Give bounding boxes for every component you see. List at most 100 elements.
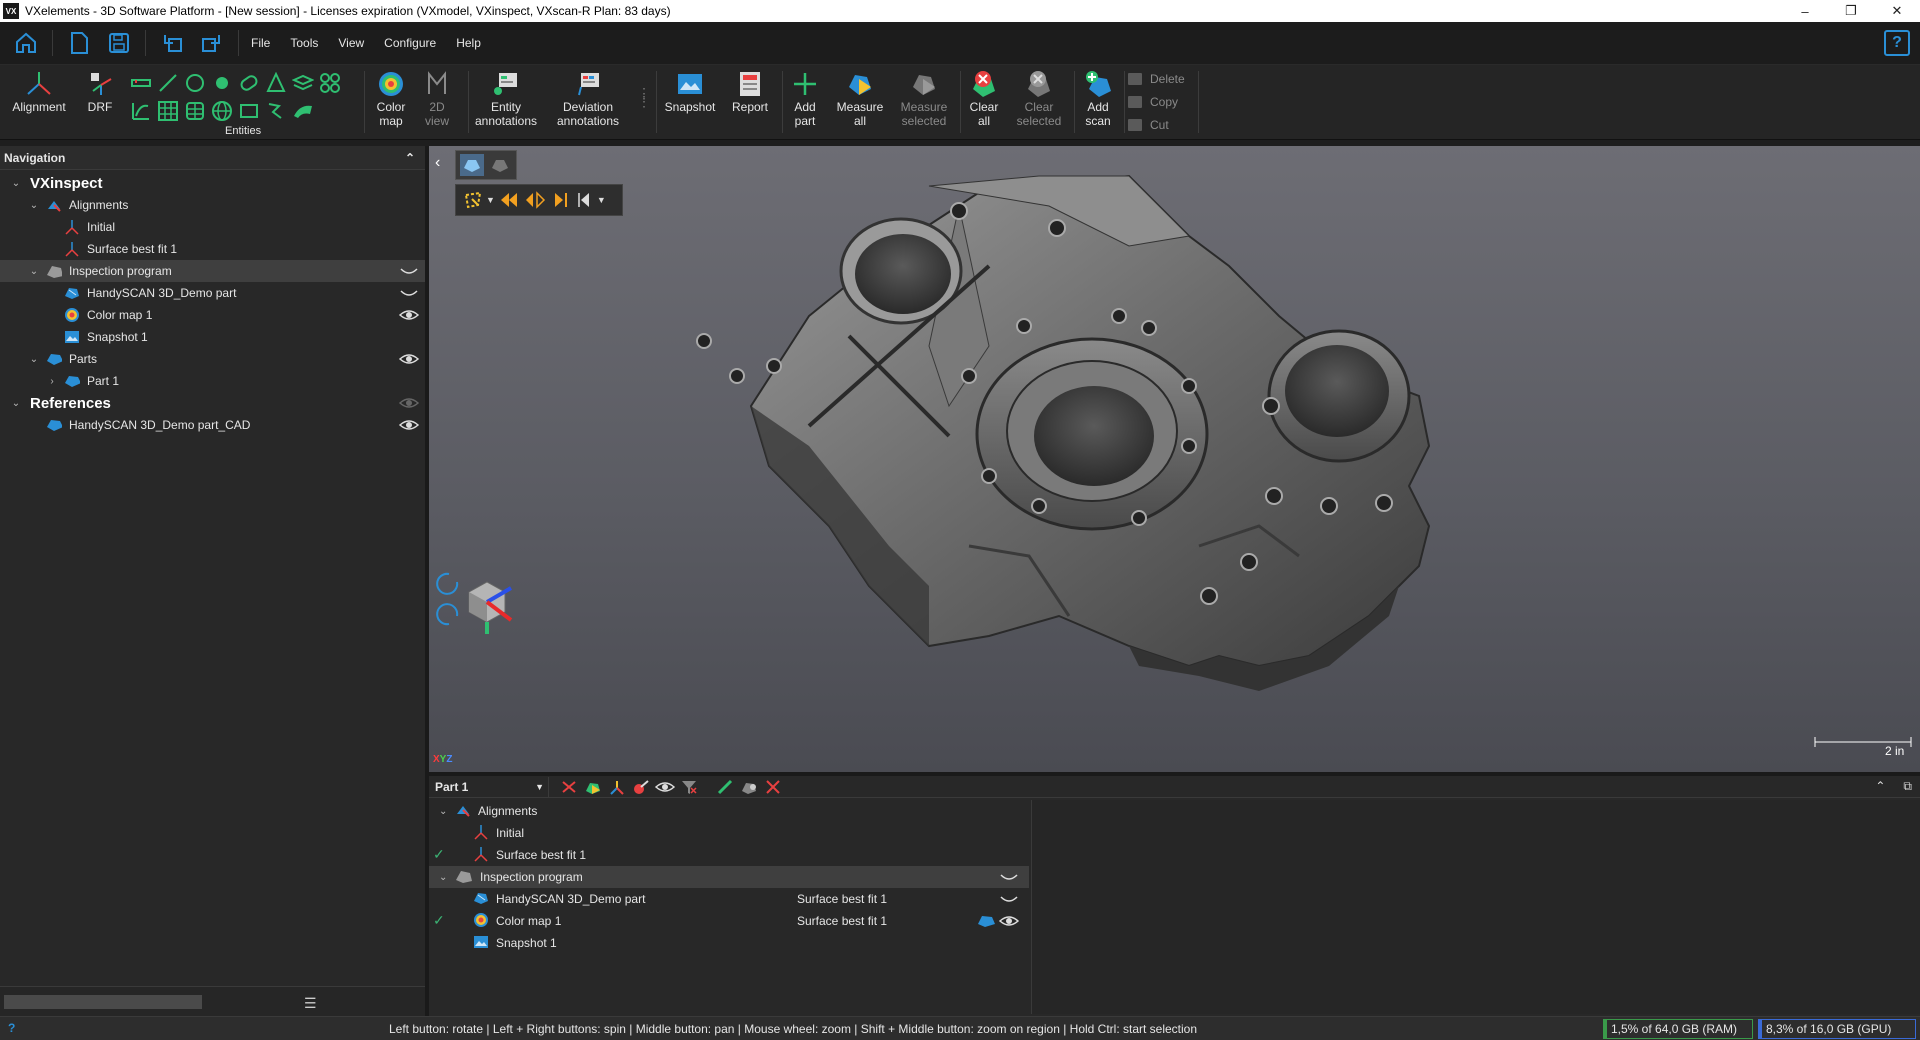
eye-icon[interactable] — [999, 913, 1019, 929]
menu-configure[interactable]: Configure — [376, 32, 444, 54]
eye-icon[interactable] — [399, 307, 419, 323]
3d-viewport[interactable]: ‹ ▼ ▼ XYZ 2 in — [429, 146, 1920, 772]
visibility-eye-icon[interactable] — [655, 778, 675, 796]
tree-item-snapshot[interactable]: Snapshot 1 — [0, 326, 425, 348]
curve-entity-icon[interactable] — [128, 97, 154, 124]
clear-selected-button[interactable]: Clear selected — [1010, 69, 1068, 128]
hidden-eye-icon[interactable] — [399, 263, 419, 279]
collapse-panel-icon[interactable]: ⌃ — [405, 151, 415, 165]
tree-item-parts[interactable]: ⌄ Parts — [0, 348, 425, 370]
tree-item-snapshot[interactable]: Snapshot 1 — [429, 932, 1029, 954]
filter-icon[interactable] — [679, 778, 699, 796]
undo-icon[interactable] — [158, 29, 186, 57]
eye-icon[interactable] — [399, 417, 419, 433]
settings-icon[interactable] — [739, 778, 759, 796]
expand-chevron-icon[interactable]: ⌄ — [10, 178, 22, 189]
close-button[interactable]: ✕ — [1874, 0, 1920, 22]
measure-distance-icon[interactable] — [128, 69, 154, 96]
line-entity-icon[interactable] — [155, 69, 181, 96]
part-select[interactable]: Part 1 ▼ — [431, 776, 549, 797]
2d-view-button[interactable]: 2D view — [408, 69, 466, 128]
paint-icon[interactable] — [631, 778, 651, 796]
tree-item-initial[interactable]: Initial — [429, 822, 1029, 844]
eye-icon[interactable] — [399, 351, 419, 367]
tree-item-color-map[interactable]: Color map 1 — [0, 304, 425, 326]
circle-entity-icon[interactable] — [182, 69, 208, 96]
expand-chevron-icon[interactable]: ⌄ — [28, 200, 40, 211]
tree-item-alignments[interactable]: ⌄ Alignments — [0, 194, 425, 216]
drf-button[interactable]: DRF — [70, 69, 130, 114]
cone-entity-icon[interactable] — [263, 69, 289, 96]
add-scan-button[interactable]: Add scan — [1070, 69, 1126, 128]
tree-item-inspection-program[interactable]: ⌄ Inspection program — [429, 866, 1029, 888]
expand-chevron-icon[interactable]: ⌄ — [439, 872, 451, 883]
ribbon-overflow-icon[interactable]: ⋮ ⋮ — [637, 86, 651, 108]
rectangle-entity-icon[interactable] — [236, 97, 262, 124]
entity-annotations-button[interactable]: Entity annotations — [474, 69, 538, 128]
tree-item-surface-best-fit[interactable]: ✓ Surface best fit 1 — [429, 844, 1029, 866]
surface-entity-icon[interactable] — [290, 97, 316, 124]
orientation-cube[interactable] — [429, 562, 539, 652]
tree-item-color-map[interactable]: ✓ Color map 1 Surface best fit 1 — [429, 910, 1029, 932]
delete-button[interactable]: Delete — [1128, 69, 1185, 89]
minimize-button[interactable]: – — [1782, 0, 1828, 22]
measure-selected-button[interactable]: Measure selected — [893, 69, 955, 128]
snapshot-button[interactable]: Snapshot — [660, 69, 720, 114]
delete-icon[interactable] — [763, 778, 783, 796]
expand-chevron-icon[interactable]: ⌄ — [28, 266, 40, 277]
point-entity-icon[interactable] — [209, 69, 235, 96]
cut-button[interactable]: Cut — [1128, 115, 1185, 135]
help-icon[interactable]: ? — [1884, 30, 1910, 56]
sphere-entity-icon[interactable] — [209, 97, 235, 124]
expand-chevron-icon[interactable]: ⌄ — [439, 806, 451, 817]
plane-entity-icon[interactable] — [290, 69, 316, 96]
hidden-eye-icon[interactable] — [999, 891, 1019, 907]
copy-button[interactable]: Copy — [1128, 92, 1185, 112]
add-part-button[interactable]: Add part — [778, 69, 832, 128]
menu-view[interactable]: View — [330, 32, 372, 54]
clear-all-button[interactable]: Clear all — [956, 69, 1012, 128]
alignment-icon[interactable] — [607, 778, 627, 796]
clear-measure-icon[interactable] — [559, 778, 579, 796]
help-icon[interactable]: ? — [8, 1021, 15, 1035]
collapse-panel-icon[interactable]: ⌃ — [1875, 779, 1885, 794]
expand-chevron-icon[interactable]: › — [46, 376, 58, 387]
pattern-entity-icon[interactable] — [317, 69, 343, 96]
list-view-icon[interactable]: ☰ — [304, 995, 317, 1012]
tree-item-vxinspect[interactable]: ⌄ VXinspect — [0, 172, 425, 194]
alignment-button[interactable]: Alignment — [10, 69, 68, 114]
save-icon[interactable] — [105, 29, 133, 57]
slot-entity-icon[interactable] — [236, 69, 262, 96]
tree-item-alignments[interactable]: ⌄ Alignments — [429, 800, 1029, 822]
measure-icon[interactable] — [583, 778, 603, 796]
redo-icon[interactable] — [198, 29, 226, 57]
measure-all-button[interactable]: Measure all — [830, 69, 890, 128]
restore-button[interactable]: ❐ — [1828, 0, 1874, 22]
menu-file[interactable]: File — [243, 32, 278, 54]
tree-item-demo-part[interactable]: HandySCAN 3D_Demo part Surface best fit … — [429, 888, 1029, 910]
expand-chevron-icon[interactable]: ⌄ — [28, 354, 40, 365]
edit-icon[interactable] — [715, 778, 735, 796]
scanned-part-model[interactable] — [429, 146, 1920, 772]
float-panel-icon[interactable]: ⧉ — [1903, 779, 1912, 794]
cylinder-entity-icon[interactable] — [182, 97, 208, 124]
eye-icon[interactable] — [399, 395, 419, 411]
tree-item-initial[interactable]: Initial — [0, 216, 425, 238]
tree-item-cad[interactable]: HandySCAN 3D_Demo part_CAD — [0, 414, 425, 436]
tree-item-demo-part[interactable]: HandySCAN 3D_Demo part — [0, 282, 425, 304]
menu-help[interactable]: Help — [448, 32, 489, 54]
home-icon[interactable] — [12, 29, 40, 57]
new-session-icon[interactable] — [65, 29, 93, 57]
scan-part-icon[interactable] — [977, 913, 997, 929]
report-button[interactable]: Report — [720, 69, 780, 114]
menu-tools[interactable]: Tools — [282, 32, 326, 54]
tree-item-references[interactable]: ⌄ References — [0, 392, 425, 414]
hidden-eye-icon[interactable] — [399, 285, 419, 301]
tree-item-inspection-program[interactable]: ⌄ Inspection program — [0, 260, 425, 282]
hidden-eye-icon[interactable] — [999, 869, 1019, 885]
grid-entity-icon[interactable] — [155, 97, 181, 124]
tree-item-part-1[interactable]: › Part 1 — [0, 370, 425, 392]
horizontal-scrollbar[interactable] — [4, 995, 202, 1009]
deviation-annotations-button[interactable]: Deviation annotations — [550, 69, 626, 128]
tree-item-surface-best-fit[interactable]: Surface best fit 1 — [0, 238, 425, 260]
